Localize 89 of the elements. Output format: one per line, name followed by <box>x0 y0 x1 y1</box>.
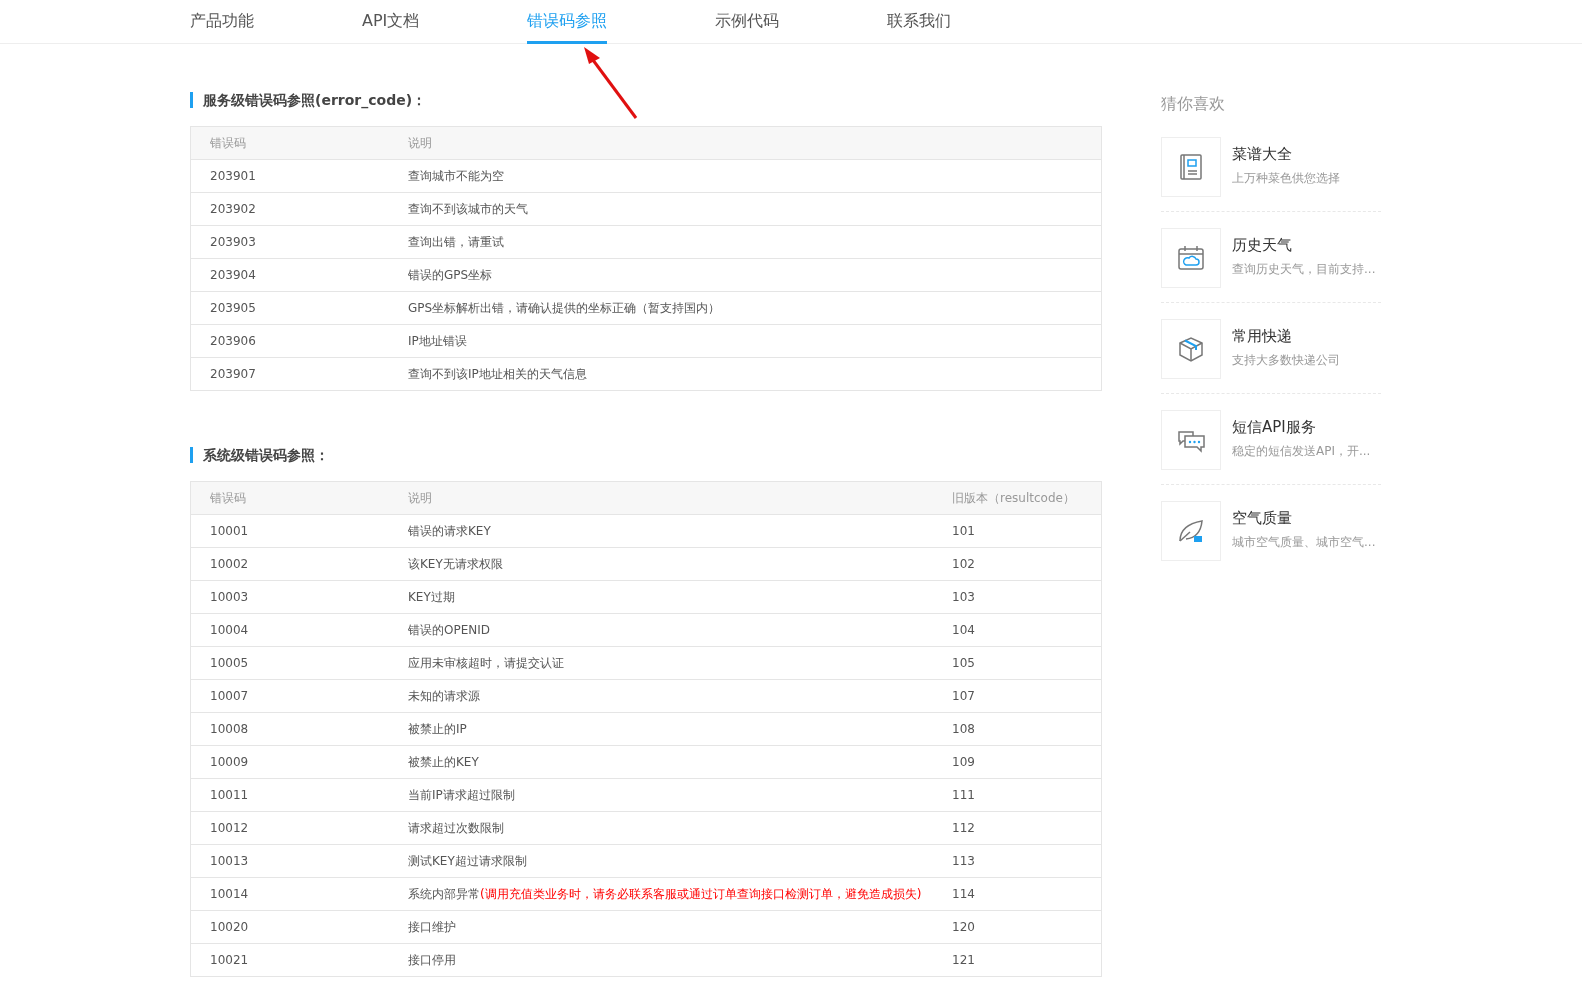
table-cell-text: KEY过期 <box>408 588 456 606</box>
table-cell-text: 121 <box>952 953 976 967</box>
table-cell-text: 应用未审核超时，请提交认证 <box>408 654 565 672</box>
table-cell-text: 接口维护 <box>408 918 457 936</box>
table-cell-text: 203906 <box>210 334 257 348</box>
table-cell-text: 10005 <box>210 656 250 670</box>
table-cell-text: 查询不到该IP地址相关的天气信息 <box>408 365 588 383</box>
table-cell-text: 未知的请求源 <box>408 687 481 705</box>
nav-tab[interactable]: 产品功能 <box>190 0 254 44</box>
sidebar-title: 猜你喜欢 <box>1161 94 1226 115</box>
leaf-icon <box>1179 520 1203 542</box>
table-cell-text: 错误的GPS坐标 <box>408 266 494 284</box>
table-cell-text: 10012 <box>210 821 250 835</box>
table-cell-text: 接口停用 <box>408 951 457 969</box>
table-cell-text: 10009 <box>210 755 250 769</box>
table-cell-text: 112 <box>952 821 976 835</box>
table-cell-text: 105 <box>952 656 976 670</box>
package-box-icon <box>1179 337 1203 362</box>
arrow <box>584 47 638 119</box>
table-cell-text: 10002 <box>210 557 250 571</box>
table-cell-text: 错误的OPENID <box>408 621 492 639</box>
table-cell-text: 10001 <box>210 524 250 538</box>
table-cell-text: 10004 <box>210 623 250 637</box>
table-cell-text: 10008 <box>210 722 250 736</box>
api-description: 查询历史天气，目前支持... <box>1232 261 1376 278</box>
table-cell-text: 请求超过次数限制 <box>408 819 505 837</box>
table-cell-text: 10014 <box>210 887 250 901</box>
table-cell-text: 被禁止的IP <box>408 720 468 738</box>
api-name[interactable]: 空气质量 <box>1232 509 1376 528</box>
table-cell-text: 系统内部异常(调用充值类业务时，请务必联系客服或通过订单查询接口检测订单，避免造成损失) <box>408 885 923 903</box>
table-cell-text: 10013 <box>210 854 250 868</box>
table-cell-text: 测试KEY超过请求限制 <box>408 852 528 870</box>
table-cell-text: 111 <box>952 788 976 802</box>
column-header: 错误码 <box>210 134 247 152</box>
api-icon-tile[interactable] <box>1161 410 1221 470</box>
api-icon-tile[interactable] <box>1161 228 1221 288</box>
table-cell-text: 103 <box>952 590 976 604</box>
api-name[interactable]: 菜谱大全 <box>1232 145 1340 164</box>
table-cell-text: 203902 <box>210 202 257 216</box>
nav-tab[interactable]: API文档 <box>362 0 420 44</box>
table-cell-text: 102 <box>952 557 976 571</box>
table-cell-text: 查询城市不能为空 <box>408 167 505 185</box>
table-cell-text: 10011 <box>210 788 250 802</box>
table-cell-text: 113 <box>952 854 976 868</box>
nav-tab[interactable]: 示例代码 <box>715 0 780 44</box>
chat-bubbles-icon <box>1178 431 1205 453</box>
section-title: 服务级错误码参照(error_code)： <box>190 92 1102 108</box>
table-cell-text: 101 <box>952 524 976 538</box>
table-cell-text: GPS坐标解析出错，请确认提供的坐标正确（暂支持国内） <box>408 299 722 317</box>
recipe-book-icon <box>1180 154 1202 180</box>
table-cell-text: IP地址错误 <box>408 332 468 350</box>
calendar-cloud-icon <box>1178 245 1204 270</box>
nav-tab[interactable]: 联系我们 <box>887 0 952 44</box>
api-description: 城市空气质量、城市空气... <box>1232 534 1376 551</box>
table-cell-text: 203905 <box>210 301 257 315</box>
api-name[interactable]: 历史天气 <box>1232 236 1376 255</box>
api-icon-tile[interactable] <box>1161 501 1221 561</box>
table-cell-text: 203907 <box>210 367 257 381</box>
table-cell-text: 114 <box>952 887 976 901</box>
section-title: 系统级错误码参照： <box>190 447 1102 463</box>
column-header: 说明 <box>408 134 433 152</box>
api-icon-tile[interactable] <box>1161 319 1221 379</box>
table-cell-text: 该KEY无请求权限 <box>408 555 504 573</box>
table-cell-text: 108 <box>952 722 976 736</box>
column-header: 说明 <box>408 489 433 507</box>
table-cell-text: 10003 <box>210 590 250 604</box>
api-icon-tile[interactable] <box>1161 137 1221 197</box>
table-cell-text: 查询不到该城市的天气 <box>408 200 529 218</box>
table-cell-text: 错误的请求KEY <box>408 522 492 540</box>
table-cell-text: 当前IP请求超过限制 <box>408 786 516 804</box>
table-cell-text: 10007 <box>210 689 250 703</box>
column-header: 错误码 <box>210 489 247 507</box>
api-name[interactable]: 短信API服务 <box>1232 418 1371 437</box>
table-cell-text: 203903 <box>210 235 257 249</box>
table-cell-text: 109 <box>952 755 976 769</box>
api-description: 支持大多数快递公司 <box>1232 352 1340 369</box>
table-cell-text: 120 <box>952 920 976 934</box>
column-header: 旧版本（resultcode） <box>952 489 1076 507</box>
table-cell-text: 107 <box>952 689 976 703</box>
table-cell-text: 10020 <box>210 920 250 934</box>
api-description: 上万种菜色供您选择 <box>1232 170 1340 187</box>
table-cell-text: 203901 <box>210 169 257 183</box>
api-description: 稳定的短信发送API，开... <box>1232 443 1371 460</box>
api-name[interactable]: 常用快递 <box>1232 327 1340 346</box>
table-cell-text: 被禁止的KEY <box>408 753 480 771</box>
table-cell-text: 10021 <box>210 953 250 967</box>
table-cell-text: 104 <box>952 623 976 637</box>
table-cell-text: 查询出错，请重试 <box>408 233 505 251</box>
table-cell-text: 203904 <box>210 268 257 282</box>
